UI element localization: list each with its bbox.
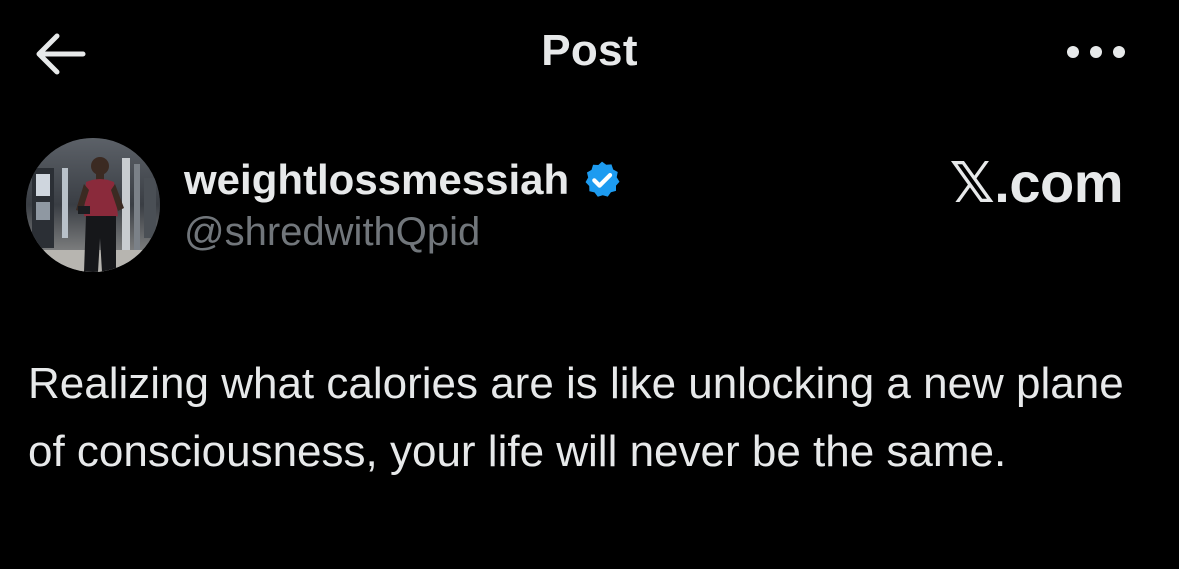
top-bar: Post — [0, 0, 1179, 110]
avatar[interactable] — [26, 138, 160, 272]
page-title: Post — [541, 26, 638, 75]
verified-badge-icon — [581, 159, 623, 201]
post-text: Realizing what calories are is like unlo… — [28, 359, 1124, 476]
more-options-button[interactable] — [1056, 30, 1136, 74]
user-handle[interactable]: @shredwithQpid — [184, 210, 480, 255]
more-horizontal-icon — [1067, 46, 1125, 58]
display-name-row: weightlossmessiah — [184, 152, 623, 208]
x-com-watermark: 𝕏.com — [949, 151, 1124, 214]
avatar-photo — [26, 138, 160, 272]
display-name[interactable]: weightlossmessiah — [184, 156, 569, 204]
